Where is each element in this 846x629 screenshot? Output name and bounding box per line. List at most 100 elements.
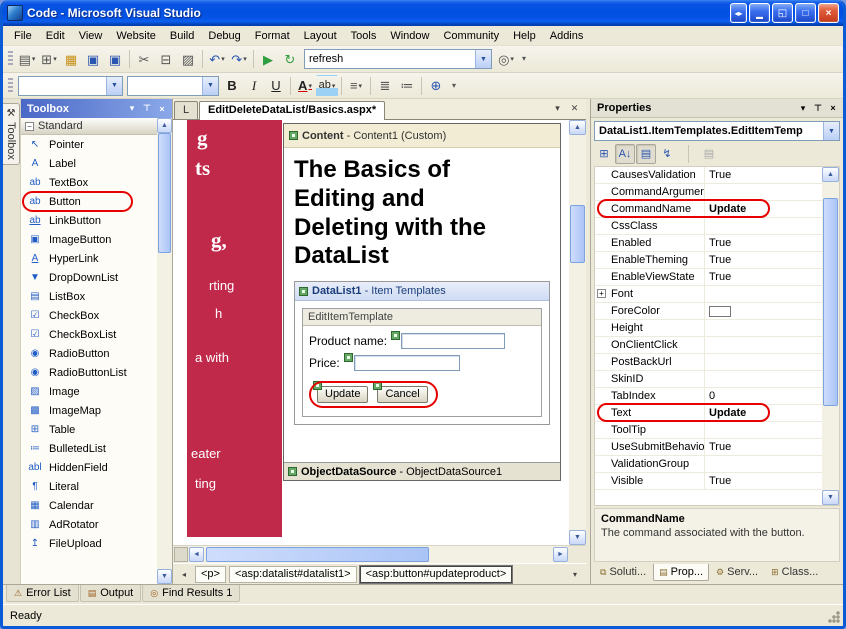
window-position-icon[interactable]: ▾: [796, 101, 810, 115]
paste-icon[interactable]: ▨: [177, 48, 199, 70]
toolbox-item[interactable]: ab LinkButton: [21, 211, 157, 230]
scrollbar-thumb[interactable]: [823, 198, 838, 406]
property-row[interactable]: ForeColor: [595, 303, 822, 320]
menu-item[interactable]: Community: [436, 28, 506, 44]
combo-dropdown-icon[interactable]: [106, 77, 122, 95]
toolbox-item[interactable]: ▦ Calendar: [21, 496, 157, 515]
properties-view-icon[interactable]: ▤: [636, 144, 656, 164]
scroll-right-icon[interactable]: [553, 547, 568, 562]
toolbox-item[interactable]: ≔ BulletedList: [21, 439, 157, 458]
toolbox-item[interactable]: ▥ AdRotator: [21, 515, 157, 534]
property-row[interactable]: UseSubmitBehavior True: [595, 439, 822, 456]
close-document-icon[interactable]: ✕: [567, 101, 582, 116]
align-icon[interactable]: ≡: [345, 75, 367, 97]
property-row[interactable]: EnableTheming True: [595, 252, 822, 269]
tag-nav-item[interactable]: <asp:button#updateproduct>: [360, 566, 513, 583]
highlight-icon[interactable]: ab: [316, 75, 338, 97]
tab-server-explorer[interactable]: ⚙ Serv...: [710, 564, 764, 581]
save-icon[interactable]: ▣: [82, 48, 104, 70]
price-input[interactable]: [354, 355, 460, 371]
menu-item[interactable]: File: [7, 28, 39, 44]
font-name-combo[interactable]: [127, 76, 219, 96]
toolbox-item[interactable]: A HyperLink: [21, 249, 157, 268]
categorized-icon[interactable]: ⊞: [594, 144, 614, 164]
new-website-icon[interactable]: ▤: [16, 48, 38, 70]
toolbox-item[interactable]: ⊞ Table: [21, 420, 157, 439]
toolbox-item[interactable]: ¶ Literal: [21, 477, 157, 496]
combo-dropdown-icon[interactable]: [823, 122, 839, 140]
partial-tab-stub[interactable]: [174, 547, 188, 562]
menu-item[interactable]: Website: [109, 28, 163, 44]
toolbar-options-icon[interactable]: ▾: [517, 48, 531, 70]
menu-item[interactable]: Tools: [344, 28, 384, 44]
toolbox-scrollbar[interactable]: [157, 118, 172, 584]
property-row[interactable]: EnableViewState True: [595, 269, 822, 286]
toolbox-item[interactable]: ↥ FileUpload: [21, 534, 157, 553]
menu-item[interactable]: Edit: [39, 28, 72, 44]
toolbar-separator[interactable]: [199, 48, 206, 70]
bulleted-list-icon[interactable]: ≔: [396, 75, 418, 97]
toolbox-item[interactable]: ▼ DropDownList: [21, 268, 157, 287]
property-row[interactable]: CssClass: [595, 218, 822, 235]
menu-item[interactable]: Debug: [201, 28, 247, 44]
scroll-left-icon[interactable]: [189, 547, 204, 562]
menu-item[interactable]: Layout: [297, 28, 344, 44]
font-color-icon[interactable]: A: [294, 75, 316, 97]
scrollbar-thumb[interactable]: [570, 205, 585, 263]
tag-nav-item[interactable]: <p>: [195, 566, 226, 583]
menu-item[interactable]: Format: [248, 28, 297, 44]
edit-item-template-box[interactable]: EditItemTemplate Product name:: [302, 308, 542, 417]
property-row[interactable]: PostBackUrl: [595, 354, 822, 371]
tab-output[interactable]: ▤ Output: [80, 585, 142, 602]
toolbox-item[interactable]: ◉ RadioButtonList: [21, 363, 157, 382]
tag-nav-item[interactable]: <asp:datalist#datalist1>: [229, 566, 357, 583]
property-row[interactable]: Text Update: [595, 405, 822, 422]
toolbox-item[interactable]: A Label: [21, 154, 157, 173]
toolbox-item[interactable]: ↖ Pointer: [21, 135, 157, 154]
find-icon[interactable]: ◎: [495, 48, 517, 70]
content-placeholder-region[interactable]: Content - Content1 (Custom) The Basics o…: [283, 123, 561, 481]
toolbar-separator[interactable]: [126, 48, 133, 70]
hyperlink-icon[interactable]: ⊕: [425, 75, 447, 97]
underline-icon[interactable]: U: [265, 75, 287, 97]
sync-browser-icon[interactable]: ↻: [279, 48, 301, 70]
maximize-button[interactable]: □: [795, 3, 816, 23]
close-button[interactable]: ×: [818, 3, 839, 23]
file-list-dropdown-icon[interactable]: ▾: [550, 101, 565, 116]
scrollbar-thumb[interactable]: [158, 133, 171, 253]
toolbar-grip[interactable]: [8, 78, 13, 94]
toolbox-item[interactable]: ▤ ListBox: [21, 287, 157, 306]
close-icon[interactable]: ×: [155, 102, 169, 116]
scrollbar-thumb[interactable]: [206, 547, 429, 562]
alphabetical-icon[interactable]: A↓: [615, 144, 635, 164]
toolbox-item[interactable]: abl HiddenField: [21, 458, 157, 477]
tab-solution-explorer[interactable]: ⧉ Soluti...: [594, 564, 652, 581]
property-pages-icon[interactable]: ▤: [699, 144, 719, 164]
block-format-combo[interactable]: [18, 76, 123, 96]
tab-properties[interactable]: ▤ Prop...: [653, 564, 709, 581]
design-surface[interactable]: g ts g, rting h a with eater: [173, 120, 586, 546]
product-name-input[interactable]: [401, 333, 505, 349]
save-all-icon[interactable]: ▣: [104, 48, 126, 70]
property-row[interactable]: TabIndex 0: [595, 388, 822, 405]
toolbox-item[interactable]: ab Button: [21, 192, 157, 211]
redo-icon[interactable]: ↷: [228, 48, 250, 70]
resize-grip[interactable]: [828, 611, 840, 623]
start-debug-icon[interactable]: ▶: [257, 48, 279, 70]
toolbox-item[interactable]: ☑ CheckBox: [21, 306, 157, 325]
scroll-down-icon[interactable]: [569, 530, 586, 545]
property-row[interactable]: Height: [595, 320, 822, 337]
toolbox-header[interactable]: Toolbox ▾⊤×: [21, 99, 172, 118]
target-combo[interactable]: refresh: [304, 49, 492, 69]
toolbar-separator[interactable]: [338, 75, 345, 97]
restore-button[interactable]: ◱: [772, 3, 793, 23]
events-icon[interactable]: ↯: [657, 144, 677, 164]
minimize-button[interactable]: ▬: [749, 3, 770, 23]
property-row[interactable]: Font: [595, 286, 822, 303]
add-new-item-icon[interactable]: ⊞: [38, 48, 60, 70]
property-row[interactable]: CausesValidation True: [595, 167, 822, 184]
combo-dropdown-icon[interactable]: [475, 50, 491, 68]
toolbar-separator[interactable]: [250, 48, 257, 70]
menu-item[interactable]: Addins: [543, 28, 591, 44]
open-file-icon[interactable]: ▦: [60, 48, 82, 70]
